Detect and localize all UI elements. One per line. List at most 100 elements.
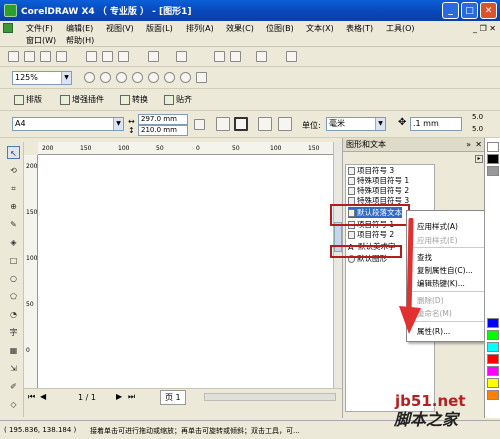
pan-icon[interactable] (196, 72, 207, 83)
typeset-button[interactable]: 排版 (14, 94, 42, 105)
launcher-icon[interactable] (256, 51, 267, 62)
vertical-scrollbar[interactable] (333, 142, 342, 388)
menu-tools[interactable]: 工具(O) (386, 23, 415, 34)
rectangle-tool-icon[interactable]: □ (7, 254, 20, 267)
menu-edit[interactable]: 编辑(E) (66, 23, 93, 34)
page-height-field[interactable]: 210.0 mm (138, 125, 188, 136)
save-icon[interactable] (40, 51, 51, 62)
docker-menu-icon[interactable]: ▸ (475, 155, 483, 163)
page-tab[interactable]: 页 1 (160, 390, 186, 405)
dimension-tool-icon[interactable]: ⇲ (7, 362, 20, 375)
zoom-select[interactable]: 125% ▼ (12, 71, 72, 85)
status-hint: 接着单击可进行拖动或缩放；再单击可旋转或倾斜；双击工具，可... (90, 427, 300, 435)
pick-tool-icon[interactable]: ↖ (7, 146, 20, 159)
import-icon[interactable] (214, 51, 225, 62)
zoom-out-icon[interactable] (100, 72, 111, 83)
maximize-button[interactable]: □ (461, 2, 478, 19)
table-tool-icon[interactable]: ▦ (7, 344, 20, 357)
title-bar: CorelDRAW X4 （ 专业版 ） - [图形1] _ □ ✕ (0, 0, 500, 21)
zoom-in-icon[interactable] (84, 72, 95, 83)
menu-bar: 文件(F) 编辑(E) 视图(V) 版面(L) 排列(A) 效果(C) 位图(B… (0, 21, 500, 47)
nudge-field[interactable]: .1 mm (410, 117, 462, 131)
list-item[interactable]: 项目符号 2 (348, 229, 394, 240)
zoom-height-icon[interactable] (180, 72, 191, 83)
smart-fill-icon[interactable]: ◈ (7, 236, 20, 249)
prev-page-button[interactable]: ◀ (40, 392, 46, 401)
menu-effects[interactable]: 效果(C) (226, 23, 254, 34)
menu-layout[interactable]: 版面(L) (146, 23, 173, 34)
duplicate-x-field[interactable]: 5.0 (472, 113, 483, 121)
zoom-page-icon[interactable] (148, 72, 159, 83)
menu-view[interactable]: 视图(V) (106, 23, 134, 34)
polygon-tool-icon[interactable]: ⬠ (7, 290, 20, 303)
swatch[interactable] (487, 342, 499, 352)
landscape-icon[interactable] (234, 117, 248, 131)
drawing-canvas[interactable] (38, 155, 333, 388)
current-page-icon[interactable] (278, 117, 292, 131)
last-page-button[interactable]: ⏭ (128, 392, 135, 402)
all-pages-icon[interactable] (258, 117, 272, 131)
docker-header: 图形和文本 » ✕ (343, 138, 485, 152)
swatch[interactable] (487, 166, 499, 176)
horizontal-scrollbar[interactable] (204, 393, 336, 401)
swatch[interactable] (487, 330, 499, 340)
zoom-width-icon[interactable] (164, 72, 175, 83)
first-page-button[interactable]: ⏮ (28, 392, 35, 402)
paste-icon[interactable] (118, 51, 129, 62)
basic-shapes-icon[interactable]: ◔ (7, 308, 20, 321)
swatch[interactable] (487, 366, 499, 376)
close-button[interactable]: ✕ (480, 2, 497, 19)
export-icon[interactable] (230, 51, 241, 62)
cut-icon[interactable] (86, 51, 97, 62)
menu-bitmap[interactable]: 位图(B) (266, 23, 294, 34)
print-icon[interactable] (56, 51, 67, 62)
open-icon[interactable] (24, 51, 35, 62)
snap-button[interactable]: 贴齐 (164, 94, 192, 105)
options-icon[interactable] (286, 51, 297, 62)
portrait-icon[interactable] (216, 117, 230, 131)
width-icon: ↔ (128, 117, 135, 126)
crop-tool-icon[interactable]: ⌗ (7, 182, 20, 195)
menu-arrange[interactable]: 排列(A) (186, 23, 214, 34)
undo-icon[interactable] (148, 51, 159, 62)
orientation-stepper[interactable] (194, 119, 205, 130)
redo-icon[interactable] (176, 51, 187, 62)
zoom-selected-icon[interactable] (116, 72, 127, 83)
swatch[interactable] (487, 142, 499, 152)
freehand-tool-icon[interactable]: ✎ (7, 218, 20, 231)
swatch[interactable] (487, 154, 499, 164)
enhance-plugin-button[interactable]: 增强插件 (60, 94, 104, 105)
duplicate-y-field[interactable]: 5.0 (472, 125, 483, 133)
shape-tool-icon[interactable]: ⟲ (7, 164, 20, 177)
swatch[interactable] (487, 378, 499, 388)
swatch[interactable] (487, 390, 499, 400)
unit-select[interactable]: 毫米 ▼ (326, 117, 386, 131)
snap-icon (164, 94, 174, 105)
highlight-artistic-text (330, 245, 402, 258)
outline-tool-icon[interactable]: ◇ (7, 398, 20, 411)
new-icon[interactable] (8, 51, 19, 62)
menu-window[interactable]: 窗口(W) (26, 35, 56, 46)
collapse-icon[interactable]: » (466, 138, 471, 152)
convert-button[interactable]: 转换 (120, 94, 148, 105)
menu-table[interactable]: 表格(T) (346, 23, 373, 34)
zoom-all-icon[interactable] (132, 72, 143, 83)
next-page-button[interactable]: ▶ (116, 392, 122, 401)
menu-text[interactable]: 文本(X) (306, 23, 334, 34)
menu-help[interactable]: 帮助(H) (66, 35, 94, 46)
menu-file[interactable]: 文件(F) (26, 23, 53, 34)
zoom-value: 125% (15, 73, 38, 82)
text-tool-icon[interactable]: 字 (7, 326, 20, 339)
mdi-controls[interactable]: _ ❐ ✕ (473, 24, 496, 33)
eyedropper-icon[interactable]: ✐ (7, 380, 20, 393)
page-width-field[interactable]: 297.0 mm (138, 114, 188, 125)
minimize-button[interactable]: _ (442, 2, 459, 19)
page-size-select[interactable]: A4 ▼ (12, 117, 124, 131)
ellipse-tool-icon[interactable]: ○ (7, 272, 20, 285)
copy-icon[interactable] (102, 51, 113, 62)
plugin-icon (60, 94, 70, 105)
zoom-tool-icon[interactable]: ⊕ (7, 200, 20, 213)
swatch[interactable] (487, 318, 499, 328)
docker-close-icon[interactable]: ✕ (475, 138, 482, 152)
swatch[interactable] (487, 354, 499, 364)
